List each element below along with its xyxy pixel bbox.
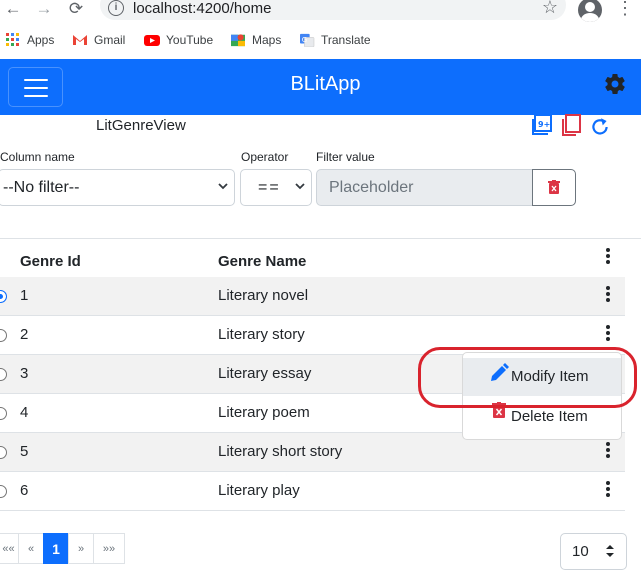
translate-icon: G: [300, 33, 315, 47]
pagination: «« « 1 » »»: [0, 533, 125, 564]
operator-label: Operator: [241, 150, 289, 164]
back-icon[interactable]: ←: [3, 0, 23, 20]
filter-value-label: Filter value: [316, 150, 375, 164]
genre-name-cell: Literary essay: [218, 365, 312, 382]
site-info-icon[interactable]: i: [108, 0, 124, 16]
header-more-icon[interactable]: [603, 246, 613, 266]
add-item-icon[interactable]: 9+: [531, 114, 553, 136]
bookmark-star-icon[interactable]: ☆: [542, 0, 558, 18]
operator-select[interactable]: ==: [240, 169, 312, 206]
gear-icon[interactable]: [603, 72, 627, 96]
clear-filter-button[interactable]: [532, 169, 576, 206]
column-header-genre-id[interactable]: Genre Id: [20, 253, 81, 270]
row-select-radio[interactable]: [0, 446, 7, 459]
column-name-value: --No filter--: [3, 178, 80, 196]
bookmark-youtube[interactable]: YouTube: [144, 33, 213, 47]
bookmark-label: YouTube: [166, 33, 214, 47]
genre-name-cell: Literary story: [218, 326, 305, 343]
bookmark-apps[interactable]: Apps: [5, 33, 54, 47]
browser-menu-icon[interactable]: ⋮: [616, 0, 634, 17]
first-page-button[interactable]: ««: [0, 533, 19, 564]
view-title: LitGenreView: [96, 117, 186, 134]
row-more-icon[interactable]: [603, 323, 613, 343]
page-button-current[interactable]: 1: [43, 533, 69, 564]
menu-item-label: Delete Item: [511, 408, 588, 425]
filter-value-input[interactable]: Placeholder: [316, 169, 533, 206]
genre-name-cell: Literary poem: [218, 404, 310, 421]
column-name-select[interactable]: --No filter--: [0, 169, 235, 206]
bookmark-label: Maps: [252, 33, 282, 47]
prev-page-button[interactable]: «: [18, 533, 44, 564]
bookmark-label: Gmail: [94, 33, 126, 47]
reload-icon[interactable]: ⟳: [66, 0, 86, 20]
annotation-highlight: [418, 347, 637, 408]
genre-id-cell: 5: [20, 443, 29, 460]
address-bar[interactable]: i localhost:4200/home ☆: [100, 0, 566, 20]
row-select-radio[interactable]: [0, 485, 7, 498]
genre-name-cell: Literary novel: [218, 287, 309, 304]
genre-id-cell: 2: [20, 326, 29, 343]
row-select-radio[interactable]: [0, 329, 7, 342]
genre-id-cell: 3: [20, 365, 29, 382]
column-header-genre-name[interactable]: Genre Name: [218, 253, 306, 270]
copy-item-icon[interactable]: [560, 114, 582, 136]
apps-grid-icon: [6, 33, 19, 46]
genre-name-cell: Literary short story: [218, 443, 343, 460]
bookmark-label: Apps: [27, 33, 55, 47]
profile-avatar-icon[interactable]: [578, 0, 602, 22]
svg-text:G: G: [302, 36, 307, 44]
sort-arrows-icon: [606, 545, 614, 557]
trash-icon: [548, 180, 560, 194]
table-row[interactable]: 6 Literary play: [0, 472, 625, 511]
chevron-down-icon: [295, 183, 305, 190]
next-page-button[interactable]: »: [68, 533, 94, 564]
row-more-icon[interactable]: [603, 479, 613, 499]
app-brand[interactable]: BLitApp: [0, 73, 641, 96]
genre-name-cell: Literary play: [218, 482, 300, 499]
gmail-icon: [73, 35, 87, 45]
app-navbar: BLitApp: [0, 59, 641, 115]
row-more-icon[interactable]: [603, 284, 613, 304]
genre-id-cell: 6: [20, 482, 29, 499]
svg-text:9+: 9+: [538, 120, 550, 129]
bookmark-label: Translate: [321, 33, 371, 47]
row-select-radio[interactable]: [0, 368, 7, 381]
forward-icon[interactable]: →: [34, 0, 54, 20]
operator-value: ==: [258, 178, 281, 196]
browser-toolbar: ← → ⟳ i localhost:4200/home ☆ ⋮: [0, 0, 641, 26]
row-more-icon[interactable]: [603, 440, 613, 460]
chevron-down-icon: [218, 183, 228, 190]
row-select-radio[interactable]: [0, 407, 7, 420]
bookmarks-bar: Apps Gmail YouTube Maps G Translate: [0, 28, 641, 54]
bookmark-maps[interactable]: Maps: [230, 33, 281, 47]
youtube-icon: [144, 35, 160, 46]
bookmark-translate[interactable]: G Translate: [299, 33, 371, 47]
refresh-icon[interactable]: [589, 116, 611, 138]
row-select-radio[interactable]: [0, 290, 7, 303]
genre-id-cell: 4: [20, 404, 29, 421]
page-size-value: 10: [572, 543, 589, 560]
address-url: localhost:4200/home: [133, 0, 272, 17]
last-page-button[interactable]: »»: [93, 533, 125, 564]
maps-icon: [231, 34, 245, 47]
bookmark-gmail[interactable]: Gmail: [72, 33, 125, 47]
table-row[interactable]: 1 Literary novel: [0, 277, 625, 316]
genre-id-cell: 1: [20, 287, 29, 304]
column-name-label: Column name: [0, 150, 75, 164]
divider: [0, 238, 641, 239]
page-size-select[interactable]: 10: [560, 533, 627, 570]
